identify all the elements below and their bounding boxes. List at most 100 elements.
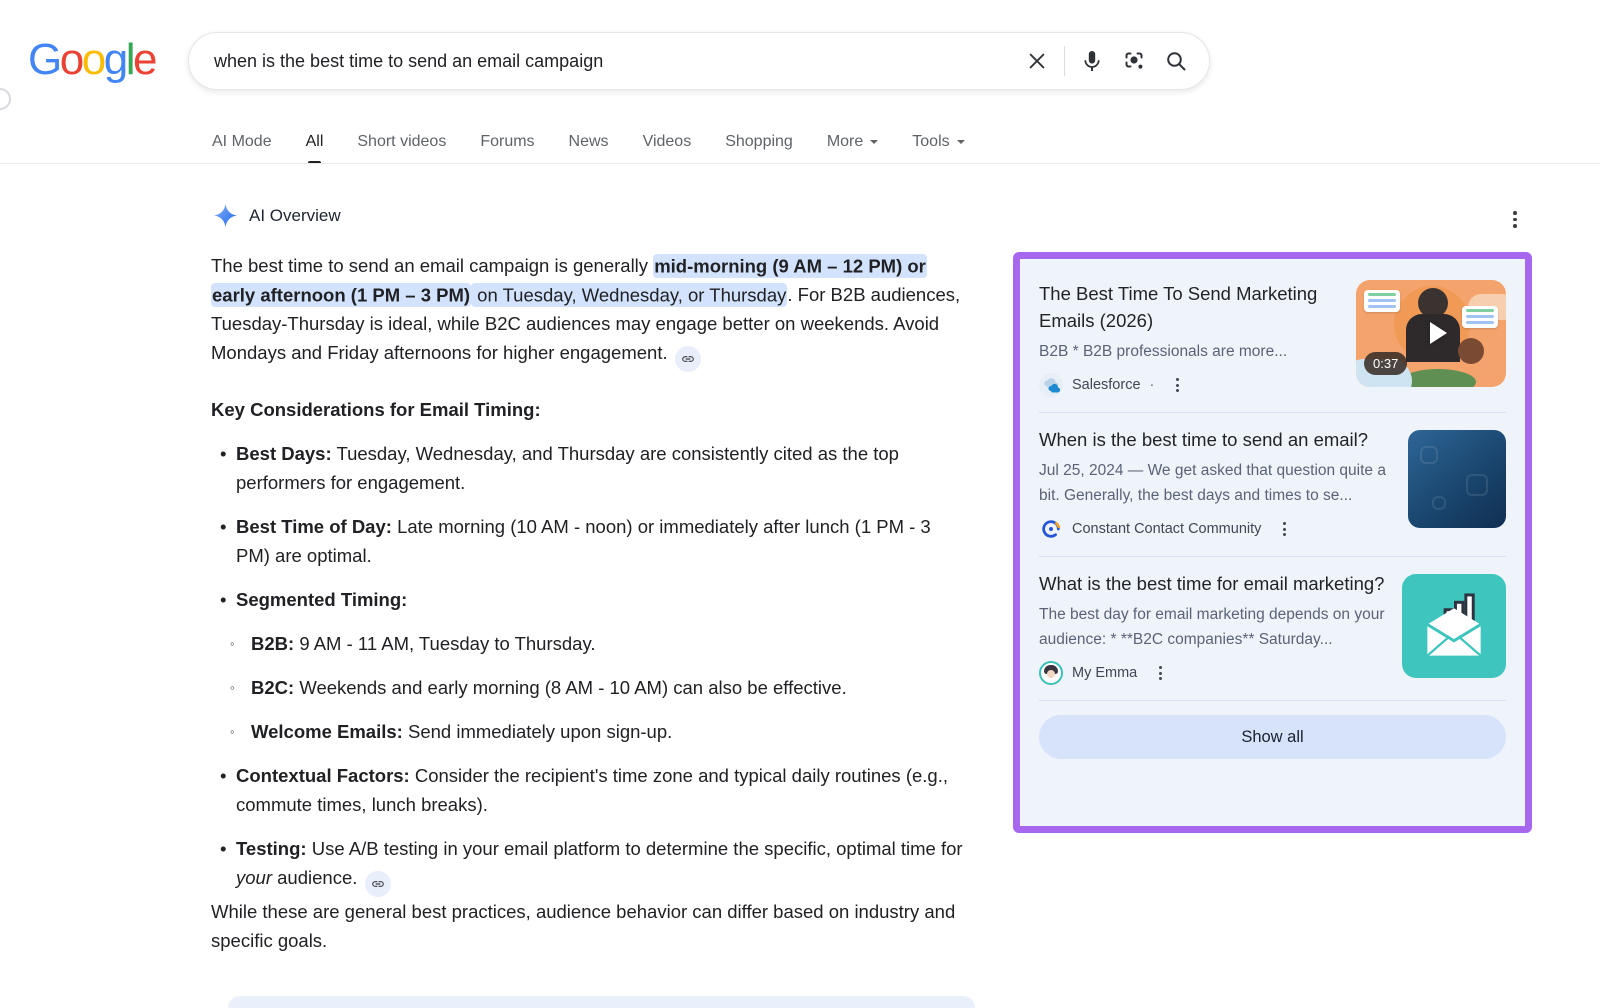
search-input[interactable]: when is the best time to send an email c… [214,51,1016,72]
ai-overview-body: The best time to send an email campaign … [211,251,963,955]
list-item: •Segmented Timing: [211,585,963,614]
logo-letter: G [28,35,60,84]
bullet-marker: • [211,512,236,570]
search-bar[interactable]: when is the best time to send an email c… [188,32,1210,90]
tab-shopping[interactable]: Shopping [725,122,793,162]
source-card-1[interactable]: The Best Time To Send Marketing Emails (… [1039,271,1506,408]
chevron-down-icon [957,140,965,148]
text-segment: audience. [272,867,363,888]
ai-sparkle-icon [214,204,237,227]
bullet-marker: • [211,585,236,614]
ai-overview-header: AI Overview [214,204,341,227]
bullet-marker: ◦ [230,629,251,658]
logo-letter: g [104,35,126,84]
bullet-text: B2B: 9 AM - 11 AM, Tuesday to Thursday. [251,629,963,658]
tab-label: Tools [912,133,949,151]
bullet-marker: • [211,834,236,897]
tab-videos[interactable]: Videos [643,122,692,162]
envelope-chart-icon [1417,589,1491,663]
card-menu-icon[interactable] [1280,519,1289,539]
overview-menu-icon[interactable] [1511,209,1519,230]
play-icon[interactable] [1430,322,1447,344]
bullet-marker: • [211,439,236,497]
tab-label: Videos [643,133,692,151]
tab-news[interactable]: News [569,122,609,162]
logo-letter: l [126,35,133,84]
overview-intro-paragraph: The best time to send an email campaign … [211,251,963,372]
show-all-button[interactable]: Show all [1039,715,1506,759]
logo-letter: o [82,35,104,84]
tab-label: All [306,133,324,151]
logo-letter: o [60,35,82,84]
card-divider [1039,700,1506,701]
tab-label: More [827,133,863,151]
sub-list-item: ◦B2C: Weekends and early morning (8 AM -… [230,673,963,702]
source-snippet: Jul 25, 2024 — We get asked that questio… [1039,458,1396,508]
card-menu-icon[interactable] [1173,375,1182,395]
source-title[interactable]: When is the best time to send an email? [1039,426,1396,453]
article-thumbnail[interactable] [1408,430,1506,528]
list-item: •Contextual Factors: Consider the recipi… [211,761,963,819]
dive-deeper-bar[interactable] [228,996,975,1008]
tabbar-divider [0,163,1600,164]
card-divider [1039,412,1506,413]
ai-overview-label: AI Overview [249,206,341,226]
search-divider [1064,46,1065,76]
bullet-text: Contextual Factors: Consider the recipie… [236,761,963,819]
tab-tools[interactable]: Tools [912,122,964,162]
salesforce-cloud-icon [1039,373,1063,397]
card-divider [1039,556,1506,557]
highlighted-text: on Tuesday, Wednesday, or Thursday [471,283,787,307]
bullet-text: Best Days: Tuesday, Wednesday, and Thurs… [236,439,963,497]
tab-forums[interactable]: Forums [480,122,534,162]
tab-label: Shopping [725,133,793,151]
video-thumbnail[interactable]: 0:37 [1356,280,1506,387]
article-thumbnail[interactable] [1402,574,1506,678]
list-item: •Best Time of Day: Late morning (10 AM -… [211,512,963,570]
sources-panel: The Best Time To Send Marketing Emails (… [1013,252,1532,833]
source-title[interactable]: The Best Time To Send Marketing Emails (… [1039,280,1344,334]
tab-ai-mode[interactable]: AI Mode [212,122,272,162]
clear-icon[interactable] [1016,40,1058,82]
tab-all[interactable]: All [306,122,324,162]
citation-link-icon[interactable] [675,346,701,372]
bullet-text: Best Time of Day: Late morning (10 AM - … [236,512,963,570]
considerations-list: •Best Days: Tuesday, Wednesday, and Thur… [211,439,963,897]
citation-link-icon[interactable] [365,871,391,897]
source-title[interactable]: What is the best time for email marketin… [1039,570,1390,597]
tab-short-videos[interactable]: Short videos [357,122,446,162]
tab-label: Short videos [357,133,446,151]
my-emma-icon [1039,661,1063,685]
bullet-text: B2C: Weekends and early morning (8 AM - … [251,673,963,702]
segmented-timing-sublist: ◦B2B: 9 AM - 11 AM, Tuesday to Thursday.… [230,629,963,746]
tab-label: Forums [480,133,534,151]
source-name[interactable]: Constant Contact Community [1072,521,1261,537]
results-tab-bar: AI Mode All Short videos Forums News Videos Sh… [212,122,965,162]
tab-label: AI Mode [212,133,272,151]
search-icon[interactable] [1155,40,1197,82]
key-considerations-heading: Key Considerations for Email Timing: [211,395,963,424]
source-name[interactable]: My Emma [1072,665,1137,681]
bullet-marker: ◦ [230,717,251,746]
text-segment: your [236,867,272,888]
logo-letter: e [133,35,155,84]
tab-label: News [569,133,609,151]
screen-edge-artifact [0,88,11,110]
source-card-3[interactable]: What is the best time for email marketin… [1039,561,1506,696]
text-segment: Use A/B testing in your email platform t… [312,838,963,859]
source-dot: · [1150,377,1155,393]
lens-icon[interactable] [1113,40,1155,82]
constant-contact-icon [1039,517,1063,541]
list-item: •Best Days: Tuesday, Wednesday, and Thur… [211,439,963,497]
source-name[interactable]: Salesforce [1072,377,1141,393]
list-item: •Testing: Use A/B testing in your email … [211,834,963,897]
text-segment: The best time to send an email campaign … [211,255,653,276]
source-card-2[interactable]: When is the best time to send an email? … [1039,417,1506,552]
source-snippet: B2B * B2B professionals are more... [1039,339,1344,364]
card-menu-icon[interactable] [1156,663,1165,683]
source-snippet: The best day for email marketing depends… [1039,602,1390,652]
tab-more[interactable]: More [827,122,878,162]
sub-list-item: ◦Welcome Emails: Send immediately upon s… [230,717,963,746]
mic-icon[interactable] [1071,40,1113,82]
sub-list-item: ◦B2B: 9 AM - 11 AM, Tuesday to Thursday. [230,629,963,658]
